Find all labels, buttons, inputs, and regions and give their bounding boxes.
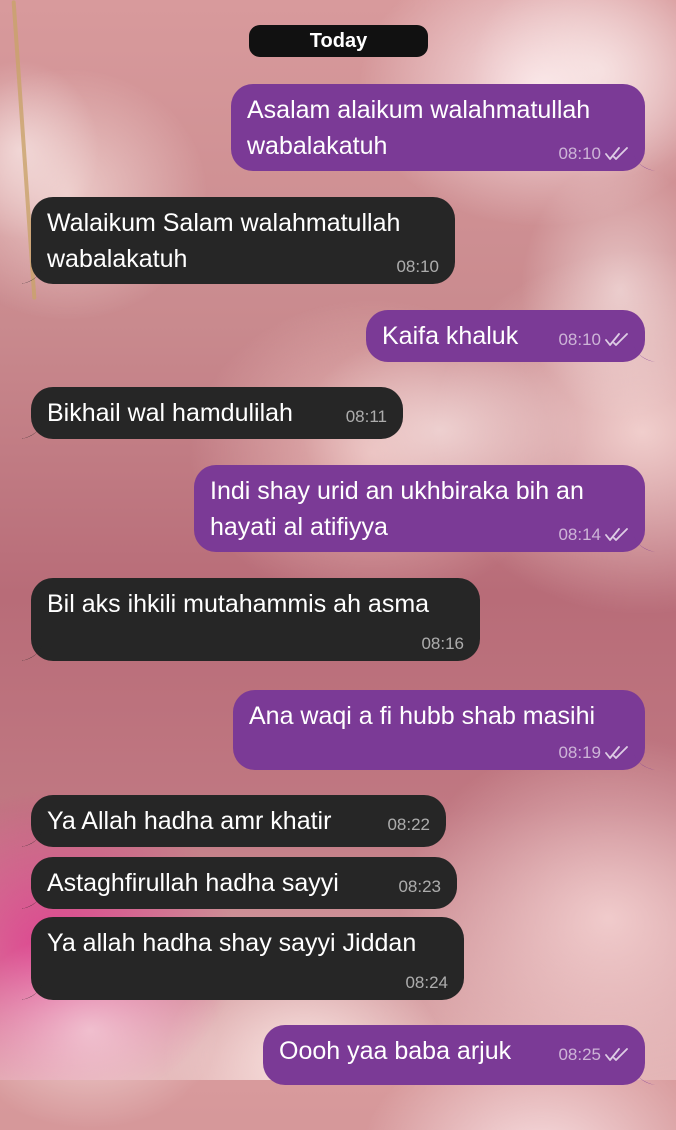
message-meta: 08:19 xyxy=(558,742,629,764)
message-meta: 08:10 xyxy=(558,143,629,165)
message-meta: 08:14 xyxy=(558,524,629,546)
message-meta: 08:10 xyxy=(558,329,629,351)
bubble-tail xyxy=(21,891,43,909)
message-text: Ana waqi a fi hubb shab masihi xyxy=(249,702,596,730)
bubble-tail xyxy=(633,752,655,770)
message-text: Walaikum Salam walahmatullah xyxy=(47,209,401,237)
double-check-icon xyxy=(605,147,628,160)
bubble-tail xyxy=(633,1067,655,1085)
message-text: Ya Allah hadha amr khatir xyxy=(47,807,332,835)
bubble-tail xyxy=(633,344,655,362)
bubble-tail xyxy=(633,534,655,552)
message-time: 08:10 xyxy=(558,330,601,349)
message-time: 08:14 xyxy=(558,525,601,544)
double-check-icon xyxy=(605,333,628,346)
message-time: 08:19 xyxy=(558,743,601,762)
message-time: 08:16 xyxy=(421,634,464,653)
message-text: Indi shay urid an ukhbiraka bih an xyxy=(210,477,584,505)
bubble-tail xyxy=(21,266,43,284)
bubble-tail xyxy=(633,153,655,171)
message-time: 08:10 xyxy=(558,144,601,163)
bubble-tail xyxy=(21,643,43,661)
message-text: Asalam alaikum walahmatullah xyxy=(247,96,591,124)
date-separator: Today xyxy=(249,25,428,57)
incoming-message-bubble[interactable]: Ya allah hadha shay sayyi Jiddan 08:24 xyxy=(21,917,464,1000)
message-text: Bikhail wal hamdulilah xyxy=(47,399,293,427)
message-text: Ya allah hadha shay sayyi Jiddan xyxy=(47,929,417,957)
message-time: 08:11 xyxy=(345,407,387,426)
outgoing-message-bubble[interactable]: Kaifa khaluk 08:10 xyxy=(366,310,655,362)
message-meta: 08:23 xyxy=(398,876,441,898)
message-time: 08:24 xyxy=(405,973,448,992)
outgoing-message-bubble[interactable]: Ana waqi a fi hubb shab masihi 08:19 xyxy=(233,690,655,770)
outgoing-message-bubble[interactable]: Asalam alaikum walahmatullah wabalakatuh 0… xyxy=(231,84,655,171)
double-check-icon xyxy=(605,528,628,541)
message-text: wabalakatuh xyxy=(47,245,188,273)
incoming-message-bubble[interactable]: Ya Allah hadha amr khatir 08:22 xyxy=(21,795,446,847)
bubble-tail xyxy=(21,982,43,1000)
message-time: 08:25 xyxy=(558,1045,601,1064)
bubble-tail xyxy=(21,421,43,439)
double-check-icon xyxy=(605,1048,628,1061)
message-meta: 08:10 xyxy=(396,256,439,278)
message-time: 08:22 xyxy=(387,815,430,834)
incoming-message-bubble[interactable]: Bil aks ihkili mutahammis ah asma 08:16 xyxy=(21,578,480,661)
incoming-message-bubble[interactable]: Astaghfirullah hadha sayyi 08:23 xyxy=(21,857,457,909)
message-meta: 08:16 xyxy=(421,633,464,655)
message-meta: 08:25 xyxy=(558,1044,629,1066)
bubble-tail xyxy=(21,829,43,847)
message-meta: 08:22 xyxy=(387,814,430,836)
outgoing-message-bubble[interactable]: Oooh yaa baba arjuk 08:25 xyxy=(263,1025,655,1085)
incoming-message-bubble[interactable]: Bikhail wal hamdulilah 08:11 xyxy=(21,387,403,439)
message-meta: 08:11 xyxy=(346,406,387,428)
message-time: 08:23 xyxy=(398,877,441,896)
message-time: 08:10 xyxy=(396,257,439,276)
message-meta: 08:24 xyxy=(405,972,448,994)
message-text: Bil aks ihkili mutahammis ah asma xyxy=(47,590,430,618)
message-text: Astaghfirullah hadha sayyi xyxy=(47,869,339,897)
outgoing-message-bubble[interactable]: Indi shay urid an ukhbiraka bih an hayati… xyxy=(194,465,655,552)
incoming-message-bubble[interactable]: Walaikum Salam walahmatullah wabalakatuh 0… xyxy=(21,197,455,284)
double-check-icon xyxy=(605,746,628,759)
